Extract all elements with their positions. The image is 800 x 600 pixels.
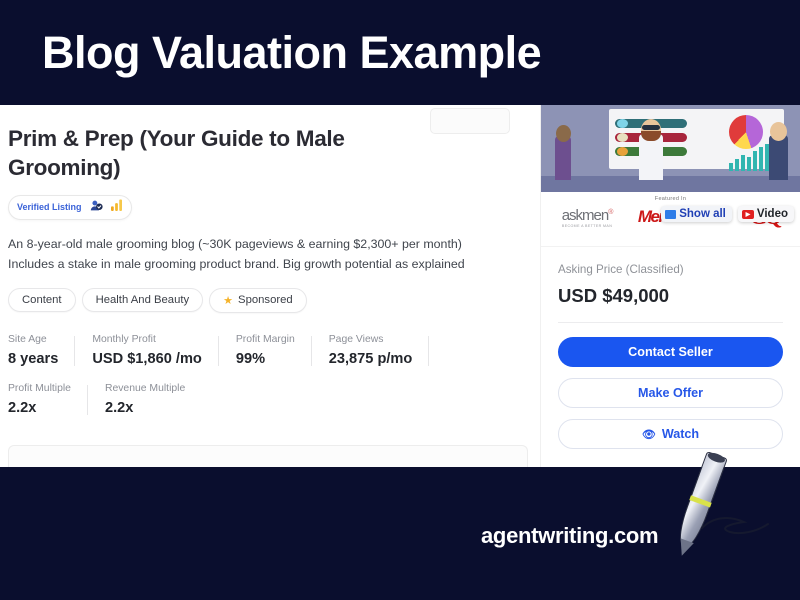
video-button[interactable]: ▶ Video [737,206,794,222]
thumb-head-left [556,125,571,142]
play-icon: ▶ [741,209,754,219]
stats-row-primary: Site Age 8 years Monthly Profit USD $1,8… [8,334,528,367]
thumb-presentation-board [609,109,784,171]
stat-profit-margin: Profit Margin 99% [236,334,312,367]
sidebar-actions: Contact Seller Make Offer 👁 Watch [541,323,800,449]
people-badge-icon [90,199,103,216]
description-line-2: Includes a stake in male grooming produc… [8,256,465,271]
asking-price-block: Asking Price (Classified) USD $49,000 [541,247,800,307]
stat-page-views-label: Page Views [328,333,384,345]
stat-page-views: Page Views 23,875 p/mo [329,334,430,367]
featured-in-section: Featured In askmen® BECOME A BETTER MAN … [541,192,800,247]
watch-label: Watch [661,427,700,441]
stat-profit-multiple-value: 2.2x [8,399,37,416]
show-all-button[interactable]: Show all [661,206,732,222]
page-title: Blog Valuation Example [42,26,542,78]
thumbnail-illustration [541,105,800,192]
stat-monthly-profit: Monthly Profit USD $1,860 /mo [92,334,219,367]
logo-askmen-tagline: BECOME A BETTER MAN [561,223,613,228]
tag-chip-content[interactable]: Content [8,288,76,313]
stat-revenue-multiple-value: 2.2x [104,399,134,416]
contact-seller-label: Contact Seller [628,345,713,359]
make-offer-label: Make Offer [637,386,704,400]
stat-revenue-multiple-label: Revenue Multiple [104,382,186,394]
stat-profit-multiple-label: Profit Multiple [8,382,71,394]
listing-screenshot: Prim & Prep (Your Guide to Male Grooming… [0,105,800,467]
tag-chip-sponsored-label: Sponsored [238,294,293,307]
tag-chip-health-and-beauty[interactable]: Health And Beauty [81,288,204,313]
video-label: Video [756,208,788,220]
description-line-1: An 8-year-old male grooming blog (~30K p… [8,236,462,251]
watch-button[interactable]: 👁 Watch [558,419,783,449]
signature-scribble-icon [701,517,769,535]
partial-section-below [8,445,528,467]
verified-listing-label: Verified Listing [17,202,82,213]
logo-askmen: askmen® BECOME A BETTER MAN [561,206,614,228]
eye-icon: 👁 [641,428,656,441]
stat-monthly-profit-label: Monthly Profit [92,333,156,345]
blog-preview-thumbnail[interactable] [541,105,800,192]
featured-in-label: Featured In [654,196,687,202]
thumb-head-right [770,122,787,141]
stat-site-age-label: Site Age [8,333,47,345]
listing-sidebar: Featured In askmen® BECOME A BETTER MAN … [540,105,800,467]
stat-site-age: Site Age 8 years [8,333,76,367]
stat-monthly-profit-value: USD $1,860 /mo [92,350,202,367]
listing-description: An 8-year-old male grooming blog (~30K p… [8,234,518,274]
verified-row: Verified Listing [8,194,528,220]
thumb-person-left [555,136,571,180]
asking-price-value: USD $49,000 [558,285,670,306]
listing-details-column: Prim & Prep (Your Guide to Male Grooming… [0,105,540,467]
tag-chip-sponsored[interactable]: ★ Sponsored [209,287,307,313]
footer-brand: agentwriting.com [481,523,659,548]
contact-seller-button[interactable]: Contact Seller [558,337,783,367]
asking-price-label: Asking Price (Classified) [558,263,684,276]
verified-listing-badge[interactable]: Verified Listing [8,194,132,220]
slide-root: Blog Valuation Example Prim & Prep (Your… [0,0,800,600]
star-icon: ★ [223,294,234,307]
listing-tags: Content Health And Beauty ★ Sponsored [8,287,528,313]
stat-revenue-multiple: Revenue Multiple 2.2x [105,383,202,416]
image-icon [665,209,677,219]
stat-profit-margin-label: Profit Margin [235,333,295,345]
make-offer-button[interactable]: Make Offer [558,378,783,408]
stat-profit-margin-value: 99% [235,350,266,367]
stats-row-secondary: Profit Multiple 2.2x Revenue Multiple 2.… [8,383,528,416]
show-all-label: Show all [679,208,726,220]
thumb-person-right [769,135,788,180]
stat-site-age-value: 8 years [8,350,59,367]
thumbnail-overlay-buttons: Show all ▶ Video [661,206,794,222]
stat-profit-multiple: Profit Multiple 2.2x [8,383,88,416]
bar-chart-icon [110,199,122,215]
listing-title: Prim & Prep (Your Guide to Male Grooming… [8,126,345,180]
slide-header: Blog Valuation Example [0,0,800,105]
stat-page-views-value: 23,875 p/mo [328,350,413,367]
